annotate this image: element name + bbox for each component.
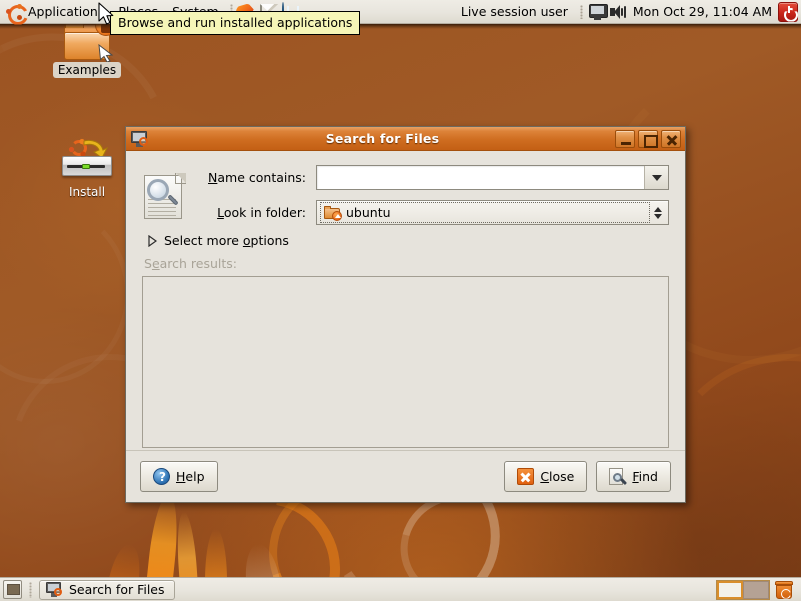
search-for-files-icon (131, 130, 148, 147)
dialog-footer: Help Close Find (126, 450, 685, 502)
wallpaper-flame (205, 529, 227, 577)
install-cd-icon (60, 138, 114, 184)
spinner-up-icon[interactable] (654, 206, 662, 212)
monitor-icon[interactable] (588, 3, 608, 20)
workspace-1[interactable] (717, 580, 743, 599)
search-for-files-icon (46, 582, 62, 597)
look-in-folder-label: Look in folder: (217, 205, 306, 220)
tray-separator (579, 4, 583, 19)
chevron-down-icon (651, 174, 662, 181)
expander-triangle-icon (148, 234, 157, 247)
name-contains-combo[interactable] (316, 165, 669, 190)
desktop-icon-label: Install (68, 185, 106, 199)
panel-separator (29, 581, 32, 598)
close-button-label: Close (540, 469, 575, 484)
maximize-button[interactable] (638, 129, 658, 148)
name-contains-label: Name contains: (208, 170, 306, 185)
tooltip: Browse and run installed applications (110, 11, 361, 35)
search-results-list[interactable] (142, 276, 669, 448)
volume-speaker-icon[interactable] (609, 4, 627, 20)
close-button[interactable]: Close (504, 461, 588, 492)
ubuntu-logo-icon (6, 3, 23, 20)
bottom-panel: Search for Files (0, 577, 801, 601)
name-contains-dropdown-button[interactable] (644, 166, 668, 189)
dialog-title: Search for Files (325, 131, 440, 146)
search-for-files-dialog[interactable]: Search for Files Name contains: Look in … (125, 126, 686, 503)
spinner-down-icon[interactable] (654, 213, 662, 219)
clock-label[interactable]: Mon Oct 29, 11:04 AM (630, 4, 775, 19)
power-icon[interactable] (778, 1, 798, 22)
menu-applications[interactable]: Applications (0, 1, 111, 23)
search-results-label: Search results: (144, 256, 238, 271)
wallpaper-flame (174, 511, 200, 577)
help-circle-icon (153, 468, 171, 486)
workspace-switcher[interactable] (716, 579, 770, 600)
wallpaper-flame (144, 492, 182, 577)
window-buttons (615, 129, 682, 148)
close-x-icon (517, 468, 535, 485)
help-button[interactable]: Help (140, 461, 218, 492)
tooltip-text: Browse and run installed applications (118, 15, 353, 30)
wallpaper-swirl (0, 204, 130, 384)
select-more-options-label: Select more options (164, 233, 289, 248)
dialog-body: Name contains: Look in folder: ubuntu Se… (126, 151, 685, 450)
find-magnifier-icon (609, 467, 628, 486)
wallpaper-flame (240, 541, 284, 577)
desktop-icon-label: Examples (52, 62, 122, 78)
select-more-options-expander[interactable]: Select more options (148, 233, 669, 248)
desktop-icon-install[interactable]: Install (48, 138, 126, 200)
workspace-2[interactable] (743, 580, 769, 599)
session-user-label[interactable]: Live session user (455, 4, 574, 19)
symlink-arrow-icon (98, 44, 114, 62)
look-in-folder-row: Look in folder: ubuntu (196, 200, 669, 225)
panel-right-area: Live session user Mon Oct 29, 11:04 AM (455, 1, 801, 22)
taskbar-item-label: Search for Files (69, 582, 165, 597)
find-button-label: Find (632, 469, 658, 484)
minimize-button[interactable] (615, 129, 635, 148)
wallpaper-flame (105, 541, 145, 577)
dialog-titlebar[interactable]: Search for Files (126, 127, 685, 151)
name-contains-input[interactable] (317, 167, 644, 188)
home-folder-icon (324, 205, 342, 221)
look-in-folder-combo[interactable]: ubuntu (316, 200, 669, 225)
menu-applications-label: Applications (28, 4, 105, 19)
taskbar-item-search-for-files[interactable]: Search for Files (39, 579, 175, 600)
look-in-folder-spinner[interactable] (650, 206, 666, 219)
bottom-panel-right (716, 579, 798, 600)
name-contains-row: Name contains: (196, 165, 669, 190)
close-window-button[interactable] (661, 129, 681, 148)
show-desktop-icon[interactable] (3, 580, 22, 599)
trash-icon[interactable] (774, 580, 794, 600)
look-in-folder-value: ubuntu (346, 205, 391, 220)
find-button[interactable]: Find (596, 461, 671, 492)
help-button-label: Help (176, 469, 205, 484)
document-search-icon (142, 173, 186, 221)
